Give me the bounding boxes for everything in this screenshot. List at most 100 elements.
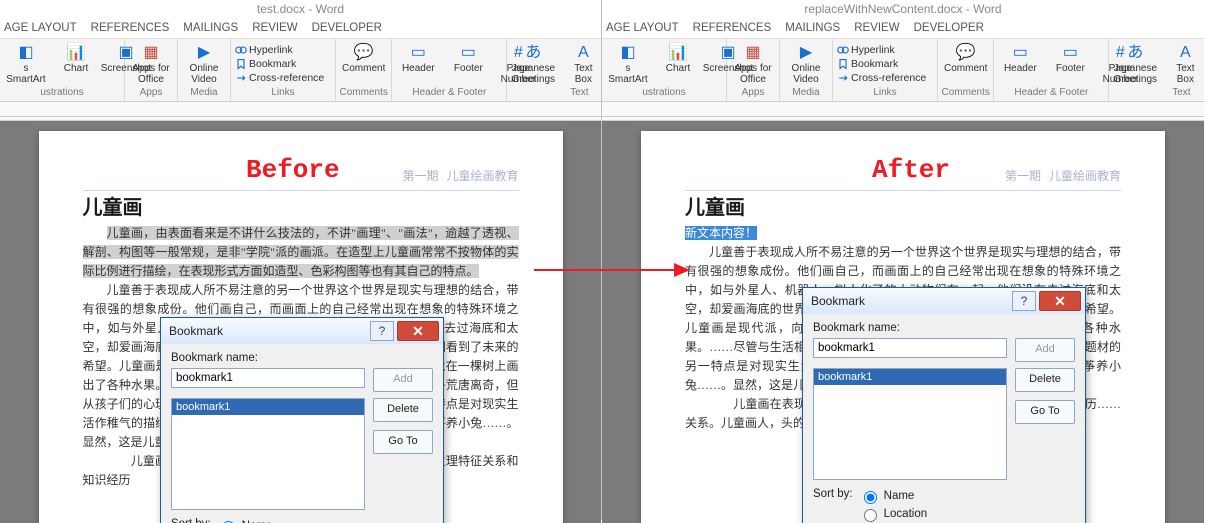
sort-name-radio[interactable]: Name: [217, 518, 285, 523]
footer-button[interactable]: ▭Footer: [444, 41, 492, 87]
footer-button[interactable]: ▭Footer: [1046, 41, 1094, 87]
bookmark-dialog: Bookmark ? ✕ Bookmark name: Add bookmark…: [160, 317, 444, 523]
text-box-button[interactable]: AText Box: [1161, 41, 1204, 87]
new-text-selection: 新文本内容！: [685, 226, 757, 240]
hyperlink-label: Hyperlink: [249, 44, 293, 56]
video-icon: ▶: [195, 43, 213, 61]
comment-button[interactable]: 💬Comment: [338, 41, 389, 87]
ribbon-tabs: AGE LAYOUT REFERENCES MAILINGS REVIEW DE…: [0, 18, 601, 38]
bookmark-list[interactable]: bookmark1: [813, 368, 1007, 480]
dialog-titlebar[interactable]: Bookmark ? ✕: [161, 318, 443, 344]
document-title: 儿童画: [685, 199, 1121, 218]
illustrations-group-label: ustrations: [604, 87, 724, 101]
sort-location-label: Location: [884, 508, 927, 520]
header-label: Header: [402, 63, 435, 74]
tab-references[interactable]: REFERENCES: [693, 18, 772, 38]
tab-developer[interactable]: DEVELOPER: [312, 18, 382, 38]
tab-review[interactable]: REVIEW: [854, 18, 899, 38]
tab-page-layout[interactable]: AGE LAYOUT: [4, 18, 77, 38]
apps-for-office-button[interactable]: ▦Apps for Office: [127, 41, 175, 87]
delete-button[interactable]: Delete: [1015, 368, 1075, 392]
bookmark-name-input[interactable]: [171, 368, 365, 388]
apps-group-label: Apps: [127, 87, 175, 101]
add-button[interactable]: Add: [373, 368, 433, 392]
apps-for-office-button[interactable]: ▦ Apps for Office: [729, 41, 777, 87]
chart-button[interactable]: 📊Chart: [52, 41, 100, 87]
comment-label: Comment: [342, 63, 385, 74]
online-video-button[interactable]: ▶Online Video: [782, 41, 830, 87]
paragraph-selected: 儿童画，由表面看来是不讲什么技法的，不讲"画理"、"画法"，逾越了透视、解剖、构…: [83, 224, 519, 281]
bookmark-name-input[interactable]: [813, 338, 1007, 358]
delete-button[interactable]: Delete: [373, 398, 433, 422]
tab-review[interactable]: REVIEW: [252, 18, 297, 38]
header-button[interactable]: ▭Header: [996, 41, 1044, 87]
headerfooter-group-label: Header & Footer: [996, 87, 1106, 101]
crossref-icon: [837, 72, 849, 84]
cross-reference-button[interactable]: Cross-reference: [837, 72, 926, 84]
document-area[interactable]: 第一期 儿童绘画教育 儿童画 儿童画，由表面看来是不讲什么技法的，不讲"画理"、…: [0, 121, 601, 523]
bookmark-list-item[interactable]: bookmark1: [814, 369, 1006, 385]
comments-group-label: Comments: [940, 87, 991, 101]
sortby-label: Sort by:: [813, 488, 853, 500]
title-bar: test.docx - Word: [0, 0, 601, 18]
apps-icon: ▦: [744, 43, 762, 61]
horizontal-ruler[interactable]: [602, 102, 1204, 121]
bookmark-name-label: Bookmark name:: [813, 322, 1075, 334]
title-bar: replaceWithNewContent.docx - Word: [602, 0, 1204, 18]
comments-group-label: Comments: [338, 87, 389, 101]
close-icon[interactable]: ✕: [1039, 291, 1081, 311]
japanese-greetings-button[interactable]: あJapanese Greetings: [1111, 41, 1159, 87]
selection: 儿童画，由表面看来是不讲什么技法的，不讲"画理"、"画法"，逾越了透视、解剖、构…: [83, 226, 519, 278]
tab-page-layout[interactable]: AGE LAYOUT: [606, 18, 679, 38]
comment-button[interactable]: 💬Comment: [940, 41, 991, 87]
cross-reference-button[interactable]: Cross-reference: [235, 72, 324, 84]
horizontal-ruler[interactable]: [0, 102, 601, 121]
sort-name-radio[interactable]: Name: [859, 488, 927, 504]
goto-button[interactable]: Go To: [373, 430, 433, 454]
comment-icon: 💬: [957, 43, 975, 61]
document-area[interactable]: 第一期 儿童绘画教育 儿童画 新文本内容！ 儿童善于表现成人所不易注意的另一个世…: [602, 121, 1204, 523]
bookmark-list[interactable]: bookmark1: [171, 398, 365, 510]
chart-icon: 📊: [67, 43, 85, 61]
bookmark-button[interactable]: Bookmark: [837, 58, 926, 70]
links-group-label: Links: [835, 87, 935, 101]
close-icon[interactable]: ✕: [397, 321, 439, 341]
dialog-title: Bookmark: [811, 294, 1012, 308]
help-button[interactable]: ?: [370, 321, 394, 341]
footer-icon: ▭: [1061, 43, 1079, 61]
textbox-label: Text Box: [574, 63, 592, 85]
dialog-title: Bookmark: [169, 324, 370, 338]
smartart-button[interactable]: ◧s SmartArt: [604, 41, 652, 87]
help-button[interactable]: ?: [1012, 291, 1036, 311]
hyperlink-button[interactable]: Hyperlink: [235, 44, 324, 56]
tab-references[interactable]: REFERENCES: [91, 18, 170, 38]
online-video-button[interactable]: ▶Online Video: [180, 41, 228, 87]
chart-label: Chart: [666, 63, 690, 74]
apps-icon: ▦: [142, 43, 160, 61]
textbox-icon: A: [574, 43, 592, 61]
tab-mailings[interactable]: MAILINGS: [785, 18, 840, 38]
tab-developer[interactable]: DEVELOPER: [914, 18, 984, 38]
chart-button[interactable]: 📊Chart: [654, 41, 702, 87]
header-icon: ▭: [1011, 43, 1029, 61]
textbox-label: Text Box: [1176, 63, 1194, 85]
apps-group-label: Apps: [729, 87, 777, 101]
bookmark-list-item[interactable]: bookmark1: [172, 399, 364, 415]
dialog-titlebar[interactable]: Bookmark ? ✕: [803, 288, 1085, 314]
hyperlink-button[interactable]: Hyperlink: [837, 44, 926, 56]
word-window-after: replaceWithNewContent.docx - Word AGE LA…: [602, 0, 1204, 520]
header-button[interactable]: ▭Header: [394, 41, 442, 87]
bookmark-button[interactable]: Bookmark: [235, 58, 324, 70]
links-group-label: Links: [233, 87, 333, 101]
tab-mailings[interactable]: MAILINGS: [183, 18, 238, 38]
media-group-label: Media: [782, 87, 830, 101]
japanese-greetings-button[interactable]: あJapanese Greetings: [509, 41, 557, 87]
footer-label: Footer: [454, 63, 483, 74]
crossref-icon: [235, 72, 247, 84]
text-box-button[interactable]: A Text Box: [559, 41, 601, 87]
smartart-label: s SmartArt: [6, 63, 46, 85]
smartart-button[interactable]: ◧s SmartArt: [2, 41, 50, 87]
goto-button[interactable]: Go To: [1015, 400, 1075, 424]
add-button[interactable]: Add: [1015, 338, 1075, 362]
apps-label: Apps for Office: [734, 63, 771, 85]
